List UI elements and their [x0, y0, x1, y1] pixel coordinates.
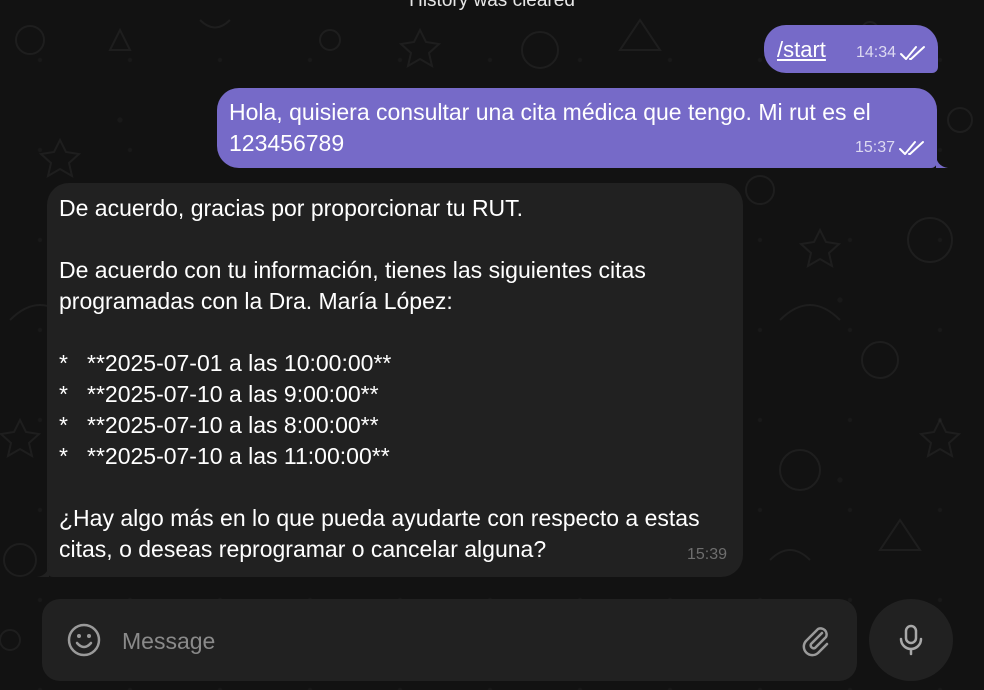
message-meta: 15:37 — [855, 132, 925, 163]
list-item: * **2025-07-10 a las 8:00:00** — [59, 410, 727, 441]
message-text-line: Hola, quisiera consultar una cita médica… — [229, 99, 871, 125]
message-text-line: De acuerdo con tu información, tienes la… — [59, 257, 646, 283]
microphone-icon — [899, 624, 923, 656]
appointment-text: **2025-07-10 a las 8:00:00** — [87, 412, 379, 438]
message-text-line: citas, o deseas reprogramar o cancelar a… — [59, 536, 547, 562]
list-item: * **2025-07-10 a las 9:00:00** — [59, 379, 727, 410]
message-text-line: 123456789 — [229, 130, 345, 156]
bullet-marker: * — [59, 443, 68, 469]
message-time: 15:37 — [854, 139, 895, 156]
list-item: * **2025-07-01 a las 10:00:00** — [59, 348, 727, 379]
message-meta: 15:39 — [687, 539, 727, 570]
outgoing-message-start[interactable]: /start 14:34 — [764, 25, 938, 73]
message-meta: 14:34 — [856, 37, 926, 68]
double-check-icon — [900, 45, 925, 60]
incoming-message-reply[interactable]: De acuerdo, gracias por proporcionar tu … — [47, 183, 743, 577]
message-input[interactable] — [120, 619, 784, 663]
message-text-line: programadas con la Dra. María López: — [59, 288, 453, 314]
message-composer — [42, 599, 857, 681]
paperclip-icon[interactable] — [798, 623, 832, 657]
command-link[interactable]: /start — [777, 37, 826, 62]
bullet-marker: * — [59, 412, 68, 438]
bubble-tail — [936, 154, 948, 168]
message-time: 15:39 — [686, 546, 727, 563]
message-text-line: De acuerdo, gracias por proporcionar tu … — [59, 195, 524, 221]
smile-icon[interactable] — [66, 622, 102, 658]
double-check-icon — [899, 140, 924, 155]
bullet-marker: * — [59, 350, 68, 376]
message-time: 14:34 — [855, 44, 896, 61]
list-item: * **2025-07-10 a las 11:00:00** — [59, 441, 727, 472]
bubble-tail — [37, 563, 49, 577]
appointment-text: **2025-07-10 a las 11:00:00** — [87, 443, 390, 469]
history-cleared-notice: History was cleared — [409, 0, 575, 11]
appointment-text: **2025-07-10 a las 9:00:00** — [87, 381, 379, 407]
appointment-text: **2025-07-01 a las 10:00:00** — [87, 350, 392, 376]
outgoing-message-hola[interactable]: Hola, quisiera consultar una cita médica… — [217, 88, 937, 168]
bullet-marker: * — [59, 381, 68, 407]
voice-record-button[interactable] — [869, 599, 953, 681]
message-text-line: ¿Hay algo más en lo que pueda ayudarte c… — [59, 505, 700, 531]
